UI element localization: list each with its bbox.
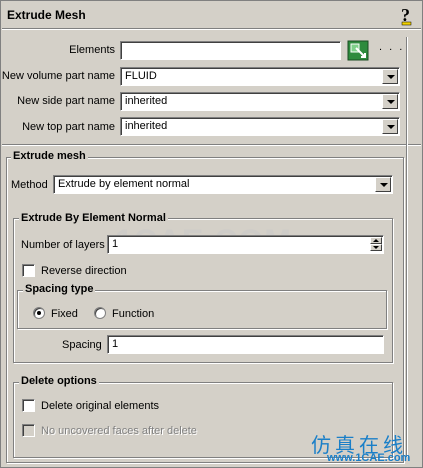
method-value: Extrude by element normal <box>58 178 190 190</box>
elements-label: Elements <box>69 44 115 56</box>
method-combo[interactable]: Extrude by element normal <box>53 175 393 194</box>
extrude-mesh-panel: Extrude Mesh ? Elements . . . New volume… <box>0 0 423 468</box>
title-bar: Extrude Mesh ? <box>1 1 422 29</box>
spacing-input[interactable]: 1 <box>107 335 384 354</box>
layers-spinner[interactable]: 1 <box>107 235 384 254</box>
layers-label: Number of layers <box>21 239 105 251</box>
reverse-direction-label: Reverse direction <box>41 265 127 277</box>
spinner-arrows-icon[interactable] <box>370 237 382 252</box>
reverse-direction-checkbox[interactable] <box>22 264 35 277</box>
side-part-value: inherited <box>125 95 168 107</box>
site-logo: 仿真在线 www.1CAE.com <box>307 429 419 465</box>
layers-value: 1 <box>112 238 119 250</box>
method-label: Method <box>11 179 48 191</box>
panel-title: Extrude Mesh <box>7 8 86 22</box>
spacing-label: Spacing <box>62 339 102 351</box>
chevron-down-icon[interactable] <box>375 177 391 192</box>
help-icon[interactable]: ? <box>398 4 416 26</box>
vertical-separator <box>406 37 408 457</box>
elements-input[interactable] <box>120 41 341 60</box>
logo-en-text: www.1CAE.com <box>327 452 411 464</box>
side-part-combo[interactable]: inherited <box>120 92 400 111</box>
volume-part-combo[interactable]: FLUID <box>120 67 400 86</box>
more-dots-button[interactable]: . . . <box>379 41 404 53</box>
fixed-radio[interactable] <box>33 307 45 319</box>
no-uncovered-checkbox[interactable] <box>22 424 35 437</box>
title-separator <box>2 28 421 30</box>
chevron-down-icon[interactable] <box>382 94 398 109</box>
extrude-mesh-title: Extrude mesh <box>11 150 88 162</box>
volume-part-label: New volume part name <box>1 70 115 82</box>
top-part-value: inherited <box>125 120 168 132</box>
fixed-label: Fixed <box>51 308 78 320</box>
select-elements-icon[interactable] <box>347 40 369 61</box>
spacing-type-title: Spacing type <box>23 283 96 295</box>
delete-options-title: Delete options <box>19 375 99 387</box>
side-part-label: New side part name <box>17 95 115 107</box>
section-separator <box>2 144 421 146</box>
delete-original-checkbox[interactable] <box>22 399 35 412</box>
chevron-down-icon[interactable] <box>382 69 398 84</box>
no-uncovered-label: No uncovered faces after delete <box>41 425 197 437</box>
function-radio[interactable] <box>94 307 106 319</box>
top-part-combo[interactable]: inherited <box>120 117 400 136</box>
volume-part-value: FLUID <box>125 70 157 82</box>
delete-original-label: Delete original elements <box>41 400 160 412</box>
chevron-down-icon[interactable] <box>382 119 398 134</box>
top-part-label: New top part name <box>22 121 115 133</box>
function-label: Function <box>112 308 155 320</box>
